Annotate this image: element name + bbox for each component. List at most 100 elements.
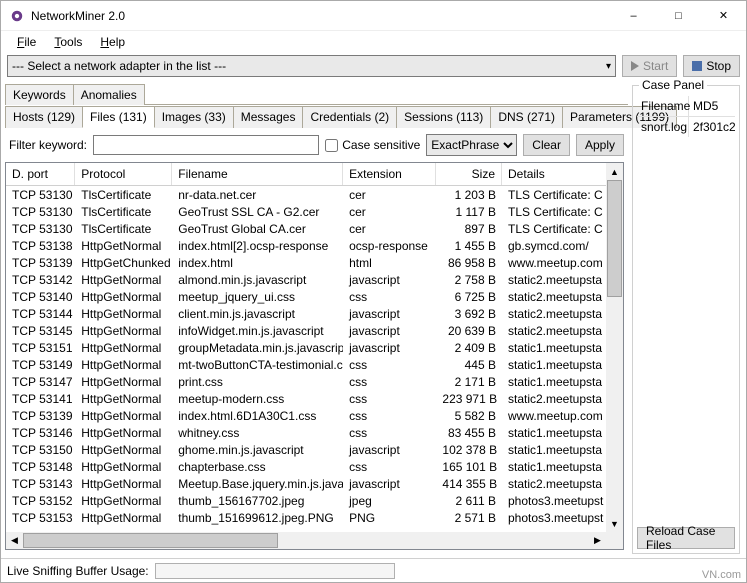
cell-size: 2 171 B (436, 375, 502, 389)
cell-dport: TCP 53148 (6, 460, 75, 474)
table-row[interactable]: TCP 53150HttpGetNormalghome.min.js.javas… (6, 441, 623, 458)
cell-filename: ghome.min.js.javascript (172, 443, 343, 457)
table-row[interactable]: TCP 53149HttpGetNormalmt-twoButtonCTA-te… (6, 356, 623, 373)
cell-extension: javascript (343, 443, 436, 457)
cell-dport: TCP 53147 (6, 375, 75, 389)
case-panel: Case Panel Filename MD5 snort.log.…2f301… (632, 85, 740, 554)
cell-extension: css (343, 460, 436, 474)
cell-filename: index.html[2].ocsp-response (172, 239, 343, 253)
table-row[interactable]: TCP 53140HttpGetNormalmeetup_jquery_ui.c… (6, 288, 623, 305)
cell-size: 897 B (436, 222, 502, 236)
vertical-scrollbar[interactable]: ▲ ▼ (606, 163, 623, 532)
table-row[interactable]: TCP 53139HttpGetNormalindex.html.6D1A30C… (6, 407, 623, 424)
tab-keywords[interactable]: Keywords (5, 84, 74, 105)
filter-mode-select[interactable]: ExactPhrase (426, 134, 517, 156)
cell-protocol: TlsCertificate (75, 222, 172, 236)
cell-dport: TCP 53140 (6, 290, 75, 304)
table-row[interactable]: TCP 53139HttpGetChunkedindex.htmlhtml86 … (6, 254, 623, 271)
filter-input[interactable] (93, 135, 319, 155)
cell-dport: TCP 53150 (6, 443, 75, 457)
scroll-up-icon[interactable]: ▲ (606, 163, 623, 180)
apply-button[interactable]: Apply (576, 134, 624, 156)
maximize-button[interactable]: □ (656, 1, 701, 31)
case-sensitive-checkbox[interactable] (325, 139, 338, 152)
scroll-right-icon[interactable]: ▶ (589, 532, 606, 549)
col-extension[interactable]: Extension (343, 163, 436, 185)
chevron-down-icon: ▾ (606, 61, 611, 72)
cell-protocol: HttpGetNormal (75, 273, 172, 287)
cell-protocol: HttpGetNormal (75, 494, 172, 508)
cell-filename: GeoTrust Global CA.cer (172, 222, 343, 236)
tab-sessions-113-[interactable]: Sessions (113) (396, 106, 491, 128)
case-sensitive-label: Case sensitive (342, 138, 420, 152)
tab-dns-271-[interactable]: DNS (271) (490, 106, 563, 128)
table-row[interactable]: TCP 53130TlsCertificateGeoTrust Global C… (6, 220, 623, 237)
tab-hosts-129-[interactable]: Hosts (129) (5, 106, 83, 128)
stop-button[interactable]: Stop (683, 55, 740, 77)
menu-help[interactable]: Help (92, 33, 133, 51)
cell-size: 1 455 B (436, 239, 502, 253)
table-row[interactable]: TCP 53146HttpGetNormalwhitney.csscss83 4… (6, 424, 623, 441)
tab-messages[interactable]: Messages (233, 106, 304, 128)
cell-details: www.meetup.com (502, 256, 623, 270)
case-row[interactable]: snort.log.…2f301c2… (637, 117, 735, 137)
menu-tools[interactable]: Tools (46, 33, 90, 51)
table-row[interactable]: TCP 53144HttpGetNormalclient.min.js.java… (6, 305, 623, 322)
col-filename[interactable]: Filename (172, 163, 343, 185)
cell-protocol: HttpGetNormal (75, 392, 172, 406)
scroll-corner (606, 532, 623, 549)
table-row[interactable]: TCP 53153HttpGetNormalthumb_151699612.jp… (6, 509, 623, 526)
minimize-button[interactable]: – (611, 1, 656, 31)
table-row[interactable]: TCP 53145HttpGetNormalinfoWidget.min.js.… (6, 322, 623, 339)
table-row[interactable]: TCP 53151HttpGetNormalgroupMetadata.min.… (6, 339, 623, 356)
col-size[interactable]: Size (436, 163, 502, 185)
tab-anomalies[interactable]: Anomalies (73, 84, 145, 105)
table-row[interactable]: TCP 53147HttpGetNormalprint.csscss2 171 … (6, 373, 623, 390)
cell-size: 1 203 B (436, 188, 502, 202)
cell-size: 2 409 B (436, 341, 502, 355)
cell-extension: javascript (343, 273, 436, 287)
cell-filename: infoWidget.min.js.javascript (172, 324, 343, 338)
col-dport[interactable]: D. port (6, 163, 75, 185)
col-details[interactable]: Details (502, 163, 623, 185)
cell-dport: TCP 53143 (6, 477, 75, 491)
tab-credentials-2-[interactable]: Credentials (2) (302, 106, 397, 128)
menu-file[interactable]: File (9, 33, 44, 51)
vscroll-thumb[interactable] (607, 180, 622, 297)
table-row[interactable]: TCP 53142HttpGetNormalalmond.min.js.java… (6, 271, 623, 288)
cell-size: 1 117 B (436, 205, 502, 219)
hscroll-thumb[interactable] (23, 533, 278, 548)
case-cell-md5: 2f301c2… (689, 117, 735, 137)
scroll-left-icon[interactable]: ◀ (6, 532, 23, 549)
cell-size: 414 355 B (436, 477, 502, 491)
tab-files-131-[interactable]: Files (131) (82, 106, 155, 128)
scroll-down-icon[interactable]: ▼ (606, 515, 623, 532)
case-col-md5[interactable]: MD5 (689, 96, 735, 116)
horizontal-scrollbar[interactable]: ◀ ▶ (6, 532, 606, 549)
menubar: File Tools Help (1, 31, 746, 53)
cell-protocol: HttpGetNormal (75, 307, 172, 321)
table-row[interactable]: TCP 53130TlsCertificatenr-data.net.cerce… (6, 186, 623, 203)
cell-details: static2.meetupsta (502, 273, 623, 287)
cell-extension: cer (343, 188, 436, 202)
close-button[interactable]: ✕ (701, 1, 746, 31)
cell-extension: ocsp-response (343, 239, 436, 253)
table-row[interactable]: TCP 53152HttpGetNormalthumb_156167702.jp… (6, 492, 623, 509)
table-row[interactable]: TCP 53138HttpGetNormalindex.html[2].ocsp… (6, 237, 623, 254)
table-row[interactable]: TCP 53148HttpGetNormalchapterbase.csscss… (6, 458, 623, 475)
adapter-select[interactable]: --- Select a network adapter in the list… (7, 55, 616, 77)
col-protocol[interactable]: Protocol (75, 163, 172, 185)
tab-images-33-[interactable]: Images (33) (154, 106, 234, 128)
cell-size: 2 758 B (436, 273, 502, 287)
grid-header: D. port Protocol Filename Extension Size… (6, 163, 623, 186)
cell-details: static1.meetupsta (502, 358, 623, 372)
start-button[interactable]: Start (622, 55, 677, 77)
table-row[interactable]: TCP 53141HttpGetNormalmeetup-modern.cssc… (6, 390, 623, 407)
table-row[interactable]: TCP 53143HttpGetNormalMeetup.Base.jquery… (6, 475, 623, 492)
cell-protocol: HttpGetChunked (75, 256, 172, 270)
reload-case-files-button[interactable]: Reload Case Files (637, 527, 735, 549)
table-row[interactable]: TCP 53130TlsCertificateGeoTrust SSL CA -… (6, 203, 623, 220)
case-col-filename[interactable]: Filename (637, 96, 689, 116)
cell-protocol: HttpGetNormal (75, 426, 172, 440)
clear-button[interactable]: Clear (523, 134, 570, 156)
